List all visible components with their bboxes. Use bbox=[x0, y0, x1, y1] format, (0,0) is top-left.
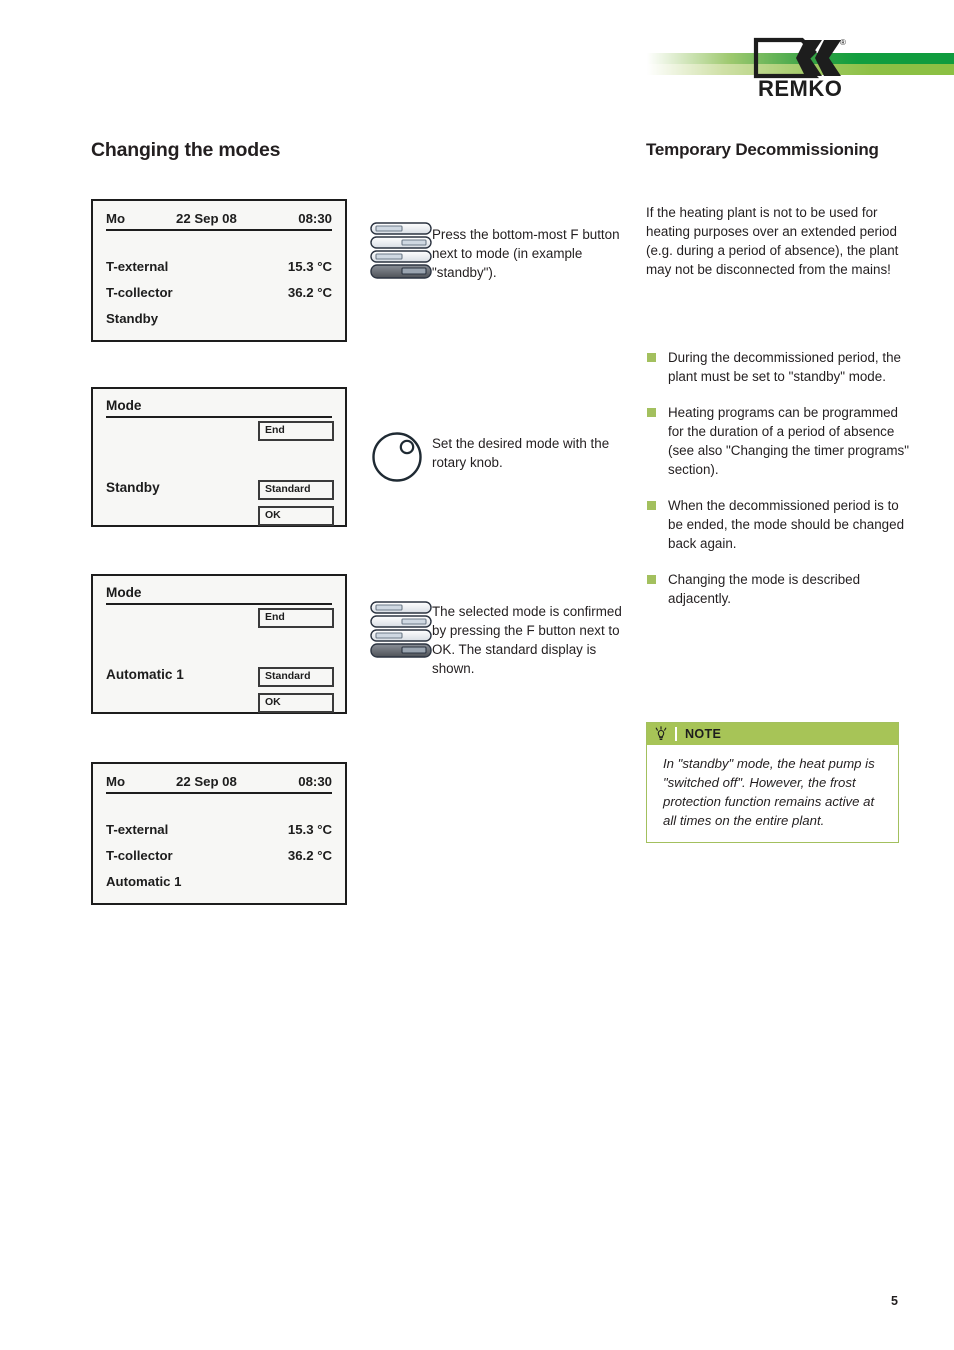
lcd-mode-body: End Automatic 1 Standard OK bbox=[93, 605, 345, 717]
page-number: 5 bbox=[891, 1294, 898, 1308]
lcd-panel-status-automatic: Mo 22 Sep 08 08:30 T-external 15.3 °C T-… bbox=[91, 762, 347, 905]
lcd-row-label: T-collector bbox=[106, 285, 173, 300]
lcd-row-mode: Automatic 1 bbox=[93, 874, 345, 889]
lcd-mode-value: Standby bbox=[106, 480, 160, 495]
lcd-header-row: Mo 22 Sep 08 08:30 bbox=[93, 774, 345, 789]
list-item: During the decommissioned period, the pl… bbox=[646, 348, 911, 386]
lcd-row-label: T-collector bbox=[106, 848, 173, 863]
remko-logo: ® REMKO bbox=[752, 36, 860, 98]
lcd-row-label: T-external bbox=[106, 822, 169, 837]
lcd-row-value: 15.3 °C bbox=[287, 822, 332, 837]
lcd-mode-title: Mode bbox=[106, 585, 142, 600]
lcd-divider bbox=[106, 229, 332, 231]
softkey-standard[interactable]: Standard bbox=[258, 480, 334, 500]
lcd-day: Mo bbox=[106, 211, 126, 226]
bullet-square-icon bbox=[647, 501, 656, 511]
page-title-left: Changing the modes bbox=[91, 139, 281, 161]
bullet-square-icon bbox=[647, 353, 656, 362]
note-title: NOTE bbox=[685, 727, 722, 741]
lcd-mode-value: Standby bbox=[106, 311, 159, 326]
lcd-mode-title: Mode bbox=[106, 398, 142, 413]
svg-text:®: ® bbox=[840, 38, 846, 47]
lcd-row-t-external: T-external 15.3 °C bbox=[93, 259, 345, 274]
note-box: NOTE In "standby" mode, the heat pump is… bbox=[646, 722, 899, 843]
lcd-row-value: 15.3 °C bbox=[287, 259, 332, 274]
step-text-3: The selected mode is confirmed by pressi… bbox=[432, 604, 622, 677]
list-item-text: Changing the mode is described adjacentl… bbox=[668, 572, 861, 607]
lcd-mode-body: End Standby Standard OK bbox=[93, 418, 345, 530]
step-text-1: Press the bottom-most F button next to m… bbox=[432, 227, 620, 281]
lcd-day: Mo bbox=[106, 774, 126, 789]
manual-page: ® REMKO Changing the modes Mo 22 Sep 08 … bbox=[0, 0, 954, 1350]
step-text-2: Set the desired mode with the rotary kno… bbox=[432, 436, 610, 471]
bullet-square-icon bbox=[647, 408, 656, 418]
page-title-right: Temporary Decommissioning bbox=[646, 140, 879, 159]
lcd-row-value: 36.2 °C bbox=[287, 285, 332, 300]
page-header: ® REMKO bbox=[0, 0, 954, 120]
list-item: Heating programs can be programmed for t… bbox=[646, 403, 911, 479]
lcd-mode-value: Automatic 1 bbox=[106, 667, 184, 682]
list-item-text: Heating programs can be programmed for t… bbox=[668, 405, 909, 478]
lcd-row-value: 36.2 °C bbox=[287, 848, 332, 863]
note-header: NOTE bbox=[647, 723, 898, 745]
softkey-ok[interactable]: OK bbox=[258, 506, 334, 526]
lcd-panel-mode-standby: Mode End Standby Standard OK bbox=[91, 387, 347, 527]
lcd-row-label: T-external bbox=[106, 259, 169, 274]
lcd-mode-value: Automatic 1 bbox=[106, 874, 182, 889]
right-bullet-list: During the decommissioned period, the pl… bbox=[646, 348, 911, 625]
lcd-time: 08:30 bbox=[298, 211, 332, 226]
f-button-stack-icon bbox=[370, 222, 432, 280]
lcd-date: 22 Sep 08 bbox=[176, 774, 237, 789]
list-item: When the decommissioned period is to be … bbox=[646, 496, 911, 553]
lcd-row-t-external: T-external 15.3 °C bbox=[93, 822, 345, 837]
list-item-text: During the decommissioned period, the pl… bbox=[668, 350, 901, 385]
lcd-header-row: Mo 22 Sep 08 08:30 bbox=[93, 211, 345, 226]
lcd-divider bbox=[106, 792, 332, 794]
lcd-time: 08:30 bbox=[298, 774, 332, 789]
list-item-text: When the decommissioned period is to be … bbox=[668, 498, 905, 552]
lcd-panel-mode-automatic: Mode End Automatic 1 Standard OK bbox=[91, 574, 347, 714]
right-intro-paragraph: If the heating plant is not to be used f… bbox=[646, 205, 899, 278]
lcd-date: 22 Sep 08 bbox=[176, 211, 237, 226]
softkey-standard[interactable]: Standard bbox=[258, 667, 334, 687]
lcd-row-t-collector: T-collector 36.2 °C bbox=[93, 285, 345, 300]
softkey-end[interactable]: End bbox=[258, 421, 334, 441]
softkey-ok[interactable]: OK bbox=[258, 693, 334, 713]
f-button-stack-icon bbox=[370, 601, 432, 659]
lightbulb-icon bbox=[655, 726, 667, 740]
note-body: In "standby" mode, the heat pump is "swi… bbox=[663, 756, 875, 829]
lcd-row-t-collector: T-collector 36.2 °C bbox=[93, 848, 345, 863]
note-divider bbox=[675, 727, 677, 741]
lcd-row-mode: Standby bbox=[93, 311, 345, 326]
lcd-panel-status-standby: Mo 22 Sep 08 08:30 T-external 15.3 °C T-… bbox=[91, 199, 347, 342]
bullet-square-icon bbox=[647, 575, 656, 585]
svg-text:REMKO: REMKO bbox=[758, 76, 842, 98]
rotary-knob-icon bbox=[371, 431, 423, 483]
softkey-end[interactable]: End bbox=[258, 608, 334, 628]
list-item: Changing the mode is described adjacentl… bbox=[646, 570, 911, 608]
